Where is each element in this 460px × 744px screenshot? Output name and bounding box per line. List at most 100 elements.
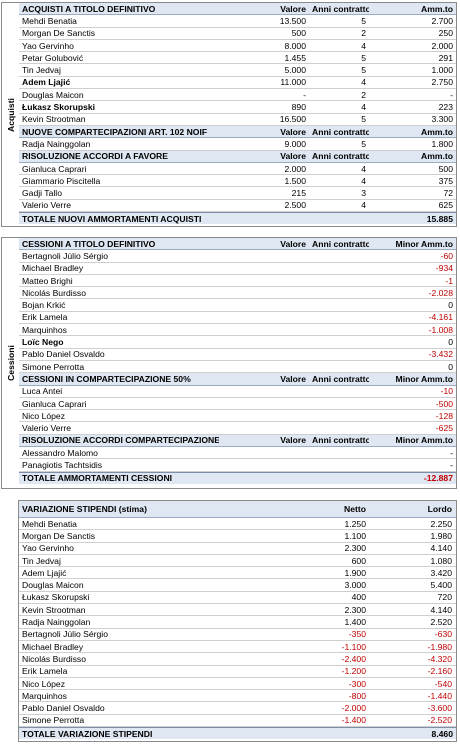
cell-value: 4: [361, 163, 366, 174]
cell-value: 9.000: [284, 138, 306, 149]
table-row: Gianluca Caprari 2.000 4 500: [19, 163, 456, 176]
section-title: NUOVE COMPARTECIPAZIONI ART. 102 NOIF: [22, 126, 208, 137]
cell-value: 291: [438, 52, 453, 63]
section-title: CESSIONI IN COMPARTECIPAZIONE 50%: [22, 373, 191, 384]
cell-value: -1.400: [341, 715, 366, 726]
column-header: Anni contratto: [312, 435, 369, 446]
stipendi-panel: VARIAZIONE STIPENDI (stima) Netto Lordo Meh…: [18, 500, 457, 742]
cell-value: 1.080: [430, 555, 452, 566]
column-header: Anni contratto: [312, 151, 369, 162]
table-row: Bertagnoli Júlio Sérgio -350 -630: [19, 629, 456, 641]
table-row: Radja Nainggolan 9.000 5 1.800: [19, 138, 456, 151]
cell-value: 4: [361, 40, 366, 51]
table-row: Simone Perrotta -1.400 -2.520: [19, 715, 456, 728]
cell-value: 720: [437, 592, 452, 603]
cell-value: 2.520: [430, 617, 452, 628]
column-header: Anni contratto: [312, 238, 369, 249]
column-header: Valore: [280, 238, 306, 249]
cell-value: -: [303, 89, 306, 100]
table-row: Adem Ljajić 11.000 4 2.750: [19, 77, 456, 90]
table-row: Morgan De Sanctis 500 2 250: [19, 28, 456, 40]
player-name: Nico López: [22, 410, 65, 421]
cell-value: 1.500: [284, 175, 306, 186]
player-name: Bertagnoli Júlio Sérgio: [22, 629, 108, 640]
cessioni-side-label: Cessioni: [5, 345, 16, 381]
cell-value: -350: [348, 629, 366, 640]
cell-value: 4.140: [430, 543, 452, 554]
table-row: Radja Nainggolan 1.400 2.520: [19, 616, 456, 629]
table-row: Pablo Daniel Osvaldo -3.432: [19, 349, 456, 361]
total-label: TOTALE VARIAZIONE STIPENDI: [22, 728, 153, 739]
cell-value: 5: [361, 15, 366, 26]
player-name: Tin Jedvaj: [22, 65, 61, 76]
player-name: Yao Gervinho: [22, 40, 74, 51]
cell-value: -3.432: [428, 349, 453, 360]
player-name: Valerio Verre: [22, 200, 72, 211]
cell-value: 890: [291, 102, 306, 113]
acquisti-panel: Acquisti ACQUISTI A TITOLO DEFINITIVO Val…: [1, 2, 457, 227]
cell-value: 2.000: [284, 163, 306, 174]
table-row: Valerio Verre -625: [19, 422, 456, 435]
cell-value: -1.200: [341, 666, 366, 677]
cell-value: 375: [438, 175, 453, 186]
cell-value: 16.500: [279, 114, 306, 125]
player-name: Loïc Nego: [22, 337, 64, 348]
player-name: Marquinhos: [22, 324, 67, 335]
table-row: Erik Lamela -4.161: [19, 312, 456, 325]
player-name: Valerio Verre: [22, 423, 72, 434]
player-name: Marquinhos: [22, 690, 67, 701]
player-name: Michael Bradley: [22, 641, 84, 652]
cell-value: 4: [361, 102, 366, 113]
cell-value: 5: [361, 65, 366, 76]
table-row: Nicolás Burdisso -2.400 -4.320: [19, 653, 456, 666]
cell-value: 3.000: [344, 580, 366, 591]
player-name: Gianluca Caprari: [22, 398, 87, 409]
cell-value: 1.455: [284, 52, 306, 63]
total-label: TOTALE AMMORTAMENTI CESSIONI: [22, 473, 173, 484]
player-name: Łukasz Skorupski: [22, 592, 90, 603]
total-value: 8.460: [431, 728, 453, 739]
column-header: Amm.to: [421, 126, 453, 137]
player-name: Pablo Daniel Osvaldo: [22, 703, 105, 714]
cell-value: -60: [440, 250, 453, 261]
column-header: Valore: [280, 373, 306, 384]
table-row: Kevin Strootman 16.500 5 3.300: [19, 114, 456, 126]
cell-value: -: [450, 459, 453, 470]
cell-value: 1.250: [344, 518, 366, 529]
acquisti-side-label: Acquisti: [5, 97, 16, 132]
cell-value: -2.028: [428, 287, 453, 298]
column-header: Amm.to: [421, 3, 453, 14]
player-name: Bojan Krkić: [22, 300, 66, 311]
cessioni-panel: Cessioni CESSIONI A TITOLO DEFINITIVO Val…: [1, 237, 457, 489]
player-name: Douglas Maicon: [22, 580, 84, 591]
table-row: Loïc Nego 0: [19, 336, 456, 349]
cell-value: 2.700: [431, 15, 453, 26]
cell-value: 2.300: [344, 604, 366, 615]
cell-value: -500: [435, 398, 453, 409]
table-row: Tin Jedvaj 600 1.080: [19, 555, 456, 568]
cell-value: -540: [434, 678, 452, 689]
table-row: Marquinhos -800 -1.440: [19, 690, 456, 703]
player-name: Yao Gervinho: [22, 543, 74, 554]
section-header: ACQUISTI A TITOLO DEFINITIVO Valore Anni c…: [19, 3, 456, 16]
cell-value: -1.440: [427, 690, 452, 701]
total-label: TOTALE NUOVI AMMORTAMENTI ACQUISTI: [22, 213, 202, 224]
table-row: Douglas Maicon 3.000 5.400: [19, 579, 456, 592]
cell-value: 3.300: [431, 114, 453, 125]
section-header: CESSIONI A TITOLO DEFINITIVO Valore Anni c…: [19, 238, 456, 251]
player-name: Erik Lamela: [22, 666, 68, 677]
cell-value: 2: [361, 89, 366, 100]
table-row: Nico López -300 -540: [19, 678, 456, 691]
cell-value: 400: [351, 592, 366, 603]
column-header: Amm.to: [421, 151, 453, 162]
cell-value: -2.160: [427, 666, 452, 677]
section-header: RISOLUZIONE ACCORDI COMPARTECIPAZIONE Val…: [19, 434, 456, 448]
cell-value: -: [450, 447, 453, 458]
player-name: Bertagnoli Júlio Sérgio: [22, 250, 108, 261]
player-name: Michael Bradley: [22, 263, 84, 274]
player-name: Gianluca Caprari: [22, 163, 87, 174]
cell-value: 0: [448, 337, 453, 348]
cell-value: 3: [361, 188, 366, 199]
column-header: Valore: [280, 3, 306, 14]
total-row: TOTALE NUOVI AMMORTAMENTI ACQUISTI 15.885: [19, 212, 456, 225]
